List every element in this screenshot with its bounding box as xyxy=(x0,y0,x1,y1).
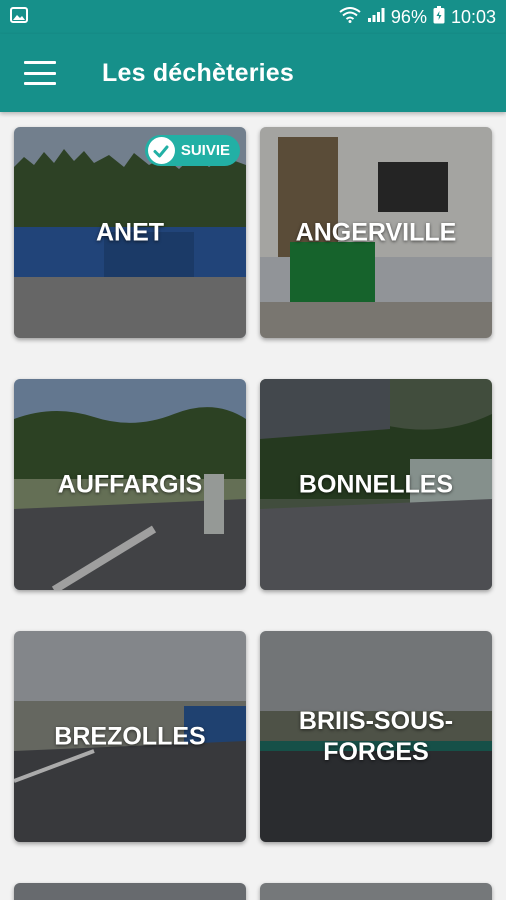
card-auffargis[interactable]: AUFFARGIS xyxy=(14,379,246,590)
card-name: BRIIS-SOUS-FORGES xyxy=(298,706,454,766)
battery-percent: 96% xyxy=(390,6,427,27)
card-partial-right[interactable] xyxy=(260,883,492,900)
status-bar: 96% 10:03 xyxy=(0,0,506,34)
followed-badge: SUIVIE xyxy=(144,135,240,166)
card-name: BREZOLLES xyxy=(54,721,206,750)
card-name: ANET xyxy=(95,217,165,246)
badge-label: SUIVIE xyxy=(180,142,230,159)
card-briis-sous-forges[interactable]: BRIIS-SOUS-FORGES xyxy=(260,631,492,842)
page-title: Les déchèteries xyxy=(102,58,294,87)
menu-icon[interactable] xyxy=(24,61,56,85)
card-grid: ANET SUIVIE ANGERVILLE AUFFARGIS BONNELL… xyxy=(0,112,506,900)
card-name: AUFFARGIS xyxy=(57,469,203,498)
card-anet[interactable]: ANET SUIVIE xyxy=(14,127,246,338)
card-angerville[interactable]: ANGERVILLE xyxy=(260,127,492,338)
card-name: BONNELLES xyxy=(298,469,454,498)
card-bonnelles[interactable]: BONNELLES xyxy=(260,379,492,590)
battery-icon xyxy=(433,5,445,29)
check-icon xyxy=(147,137,175,164)
card-name: ANGERVILLE xyxy=(295,217,457,246)
clock: 10:03 xyxy=(450,6,496,27)
signal-icon xyxy=(367,7,385,28)
image-notification-icon xyxy=(10,6,28,28)
app-bar: Les déchèteries xyxy=(0,34,506,112)
card-brezolles[interactable]: BREZOLLES xyxy=(14,631,246,842)
card-partial-left[interactable] xyxy=(14,883,246,900)
wifi-icon xyxy=(339,6,361,28)
